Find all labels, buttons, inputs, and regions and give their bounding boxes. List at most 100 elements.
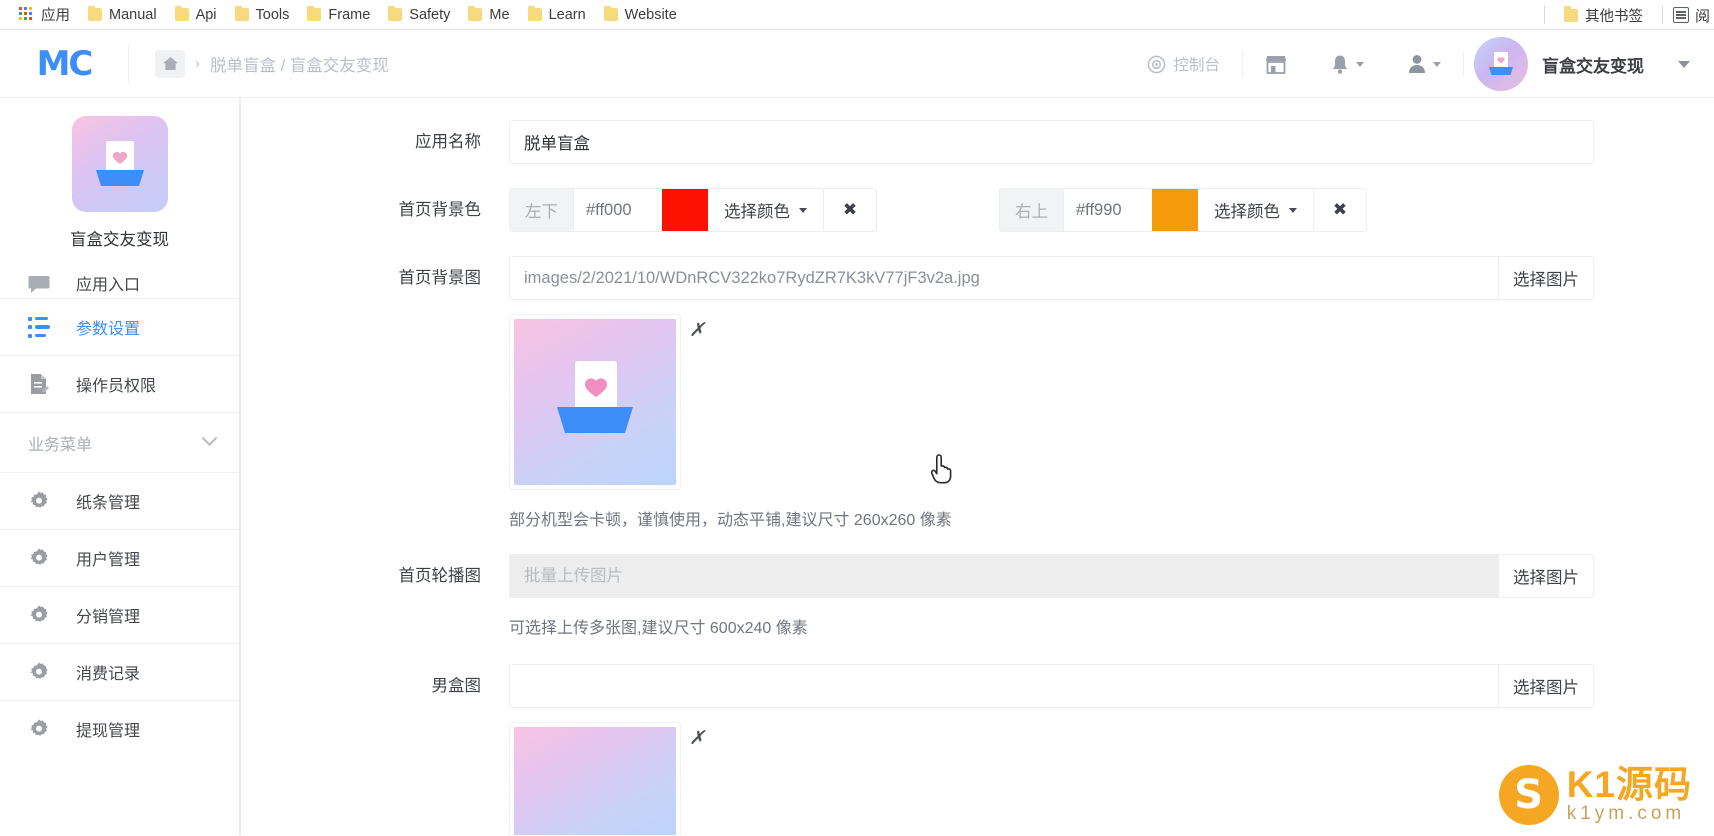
remove-image-button[interactable]: ✗ bbox=[689, 727, 705, 750]
color-swatch[interactable] bbox=[1152, 189, 1198, 231]
reading-list-label[interactable]: 阅 bbox=[1695, 5, 1710, 26]
bookmark-api[interactable]: Api bbox=[166, 5, 226, 25]
bg-image-hint: 部分机型会卡顿，谨慎使用，动态平铺,建议尺寸 260x260 像素 bbox=[509, 512, 952, 529]
sidebar: 盲盒交友变现 应用入口 参数设置 操作员权限 业务菜单 纸条管理 用户管理 分销… bbox=[0, 98, 240, 835]
bookmark-frame[interactable]: Frame bbox=[298, 5, 379, 25]
male-box-path-input[interactable] bbox=[509, 664, 1498, 708]
color-swatch[interactable] bbox=[662, 189, 708, 231]
brand-logo[interactable]: MC bbox=[0, 44, 128, 84]
form-label-male-box: 男盒图 bbox=[431, 677, 482, 695]
folder-icon bbox=[174, 5, 189, 21]
gear-icon bbox=[28, 662, 50, 682]
home-icon[interactable] bbox=[155, 49, 185, 78]
document-pen-icon bbox=[28, 373, 50, 395]
form-label-app-name: 应用名称 bbox=[415, 133, 481, 151]
sidebar-section-business-menu[interactable]: 业务菜单 bbox=[0, 412, 239, 472]
store-button[interactable] bbox=[1243, 54, 1309, 75]
choose-image-button[interactable]: 选择图片 bbox=[1498, 554, 1594, 598]
folder-icon bbox=[527, 5, 542, 21]
bookmark-apps[interactable]: 应用 bbox=[10, 2, 79, 27]
breadcrumb-chevron-icon: › bbox=[195, 55, 200, 72]
color-position-label: 右上 bbox=[1000, 189, 1064, 231]
sidebar-item-distribution-management[interactable]: 分销管理 bbox=[0, 586, 239, 643]
page-layout: 盲盒交友变现 应用入口 参数设置 操作员权限 业务菜单 纸条管理 用户管理 分销… bbox=[0, 98, 1714, 835]
chevron-down-icon bbox=[201, 430, 218, 447]
gear-icon bbox=[28, 719, 50, 739]
reading-list-icon[interactable] bbox=[1672, 7, 1689, 23]
bg-image-path-input[interactable] bbox=[509, 256, 1498, 300]
bookmark-label: Website bbox=[624, 6, 677, 23]
sidebar-item-operator-permissions[interactable]: 操作员权限 bbox=[0, 355, 239, 412]
sidebar-item-consumption-records[interactable]: 消费记录 bbox=[0, 643, 239, 700]
divider bbox=[1463, 51, 1464, 77]
divider bbox=[1661, 6, 1663, 24]
breadcrumb-path[interactable]: 脱单盲盒 / 盲盒交友变现 bbox=[210, 52, 389, 76]
user-menu-button[interactable] bbox=[1386, 54, 1463, 74]
sidebar-item-label: 纸条管理 bbox=[76, 495, 141, 512]
male-box-preview-wrapper: ✗ bbox=[509, 722, 1594, 835]
chevron-down-icon bbox=[799, 207, 807, 213]
sidebar-item-user-management[interactable]: 用户管理 bbox=[0, 529, 239, 586]
folder-icon bbox=[1563, 6, 1578, 22]
bookmark-website[interactable]: Website bbox=[595, 5, 686, 25]
male-box-thumbnail[interactable] bbox=[509, 722, 681, 835]
carousel-upload-input[interactable] bbox=[509, 554, 1498, 598]
list-icon bbox=[28, 316, 50, 338]
clear-color-button[interactable]: ✖ bbox=[1314, 189, 1366, 231]
color-group-top-right: 右上 #ff990 选择颜色 ✖ bbox=[999, 188, 1367, 232]
bookmark-me[interactable]: Me bbox=[459, 5, 518, 25]
choose-color-button[interactable]: 选择颜色 bbox=[708, 189, 824, 231]
remove-image-button[interactable]: ✗ bbox=[689, 319, 705, 342]
avatar[interactable] bbox=[1474, 37, 1528, 91]
bookmark-label: Manual bbox=[109, 6, 157, 23]
notifications-button[interactable] bbox=[1309, 54, 1386, 75]
sidebar-item-withdrawal-management[interactable]: 提现管理 bbox=[0, 700, 239, 757]
bg-image-preview-wrapper: ✗ bbox=[509, 314, 1594, 490]
choose-image-button[interactable]: 选择图片 bbox=[1498, 256, 1594, 300]
bookmark-label: Learn bbox=[548, 6, 586, 23]
sidebar-item-note-management[interactable]: 纸条管理 bbox=[0, 472, 239, 529]
color-hex-value[interactable]: #ff000 bbox=[574, 189, 662, 231]
sidebar-item-app-entry[interactable]: 应用入口 bbox=[0, 262, 239, 298]
account-name[interactable]: 盲盒交友变现 bbox=[1542, 52, 1644, 77]
app-name-input[interactable] bbox=[509, 120, 1594, 164]
target-icon bbox=[1148, 55, 1166, 73]
color-hex-value[interactable]: #ff990 bbox=[1064, 189, 1152, 231]
account-chevron-down-icon[interactable] bbox=[1678, 60, 1690, 68]
form-row-bg-image: 首页背景图 选择图片 bbox=[241, 256, 1714, 530]
bookmark-label: Me bbox=[489, 6, 510, 23]
folder-icon bbox=[88, 5, 102, 21]
sidebar-item-parameter-settings[interactable]: 参数设置 bbox=[0, 298, 239, 355]
form-row-bg-color: 首页背景色 左下 #ff000 选择颜色 ✖ 右上 #ff990 选择颜色 ✖ bbox=[241, 188, 1714, 232]
form-row-male-box: 男盒图 选择图片 ✗ bbox=[241, 664, 1714, 835]
form-label-carousel: 首页轮播图 bbox=[398, 567, 482, 585]
choose-color-label: 选择颜色 bbox=[1214, 203, 1280, 221]
bookmark-tools[interactable]: Tools bbox=[226, 5, 299, 25]
bookmark-learn[interactable]: Learn bbox=[519, 5, 595, 25]
console-label: 控制台 bbox=[1173, 57, 1220, 74]
other-bookmarks-button[interactable]: 其他书签 bbox=[1555, 3, 1652, 28]
sidebar-item-label: 用户管理 bbox=[76, 552, 141, 569]
folder-icon bbox=[307, 5, 322, 21]
blindbox-icon bbox=[557, 361, 633, 433]
clear-color-button[interactable]: ✖ bbox=[824, 189, 876, 231]
chat-icon bbox=[28, 275, 50, 295]
blindbox-icon bbox=[1489, 52, 1513, 75]
choose-image-button[interactable]: 选择图片 bbox=[1498, 664, 1594, 708]
gear-icon bbox=[28, 548, 50, 568]
chevron-down-icon bbox=[1356, 61, 1364, 67]
choose-color-button[interactable]: 选择颜色 bbox=[1198, 189, 1314, 231]
apps-grid-icon bbox=[19, 7, 34, 22]
console-button[interactable]: 控制台 bbox=[1125, 53, 1242, 75]
gear-icon bbox=[28, 605, 50, 625]
bg-image-thumbnail[interactable] bbox=[509, 314, 681, 490]
bookmark-safety[interactable]: Safety bbox=[379, 5, 459, 25]
bookmark-manual[interactable]: Manual bbox=[79, 5, 166, 25]
form-row-app-name: 应用名称 bbox=[241, 120, 1714, 164]
sidebar-item-label: 参数设置 bbox=[76, 321, 141, 338]
sidebar-item-label: 应用入口 bbox=[76, 277, 141, 294]
bookmark-label: Api bbox=[195, 6, 217, 23]
app-header: MC › 脱单盲盒 / 盲盒交友变现 控制台 盲盒交友变现 bbox=[0, 30, 1714, 98]
carousel-hint: 可选择上传多张图,建议尺寸 600x240 像素 bbox=[509, 620, 808, 637]
blindbox-icon bbox=[95, 141, 144, 186]
